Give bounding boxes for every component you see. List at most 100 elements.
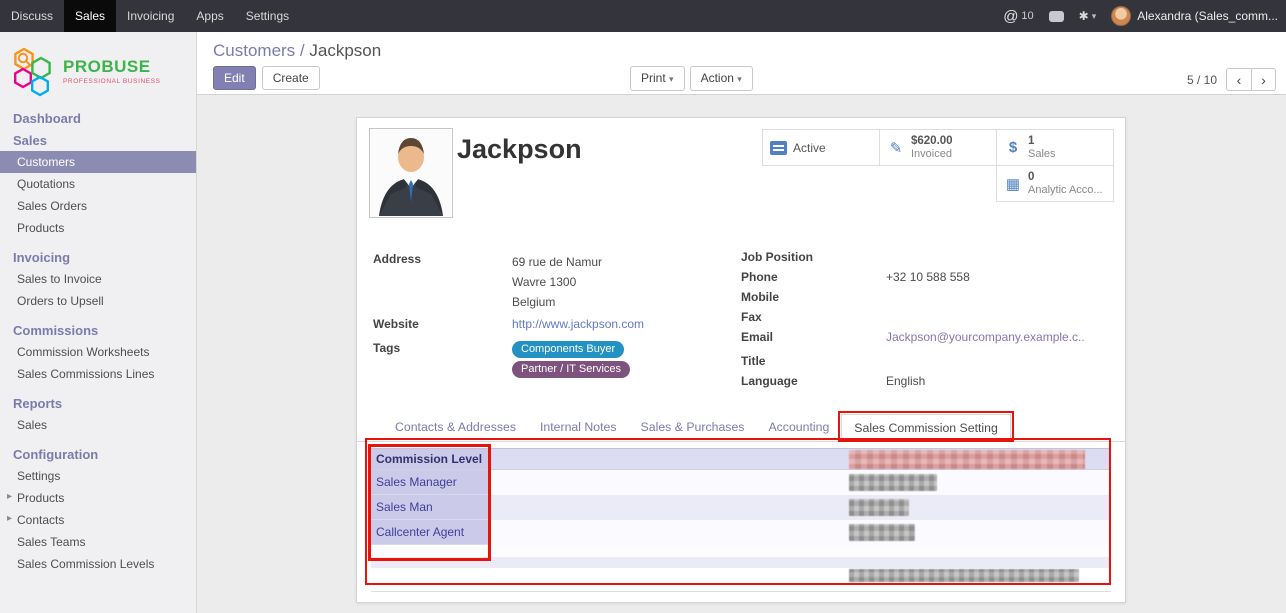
mention-count: 10 xyxy=(1021,10,1033,22)
sidebar-item-sales-to-invoice[interactable]: Sales to Invoice xyxy=(0,268,196,290)
sales-stat-button[interactable]: $ 1 Sales xyxy=(996,129,1114,166)
sidebar-item-dashboard[interactable]: Dashboard xyxy=(0,107,196,129)
create-button[interactable]: Create xyxy=(262,66,320,90)
mentions-indicator[interactable]: @ 10 xyxy=(1003,8,1033,25)
edit-button[interactable]: Edit xyxy=(213,66,256,90)
submenu-arrow-icon: ▸ xyxy=(7,491,12,502)
sidebar-item-sales-commissions-lines[interactable]: Sales Commissions Lines xyxy=(0,363,196,385)
form-view-background: Jackpson Active ✎ $620.00 Invoiced xyxy=(197,95,1286,612)
tags-label: Tags xyxy=(373,341,512,378)
debug-menu[interactable]: ✱ ▾ xyxy=(1079,9,1097,23)
sidebar-item-settings[interactable]: Settings xyxy=(0,465,196,487)
active-toggle-icon xyxy=(770,141,787,155)
invoiced-stat-button[interactable]: ✎ $620.00 Invoiced xyxy=(879,129,997,166)
sidebar-item-commission-worksheets[interactable]: Commission Worksheets xyxy=(0,341,196,363)
print-dropdown-button[interactable]: Print ▾ xyxy=(630,66,685,91)
sidebar-item-orders-to-upsell[interactable]: Orders to Upsell xyxy=(0,290,196,312)
menu-sales[interactable]: Sales xyxy=(64,0,116,32)
top-navbar: Discuss Sales Invoicing Apps Settings @ … xyxy=(0,0,1286,32)
website-link[interactable]: http://www.jackpson.com xyxy=(512,317,644,331)
logo-subtitle: PROFESSIONAL BUSINESS xyxy=(63,78,161,85)
tab-contacts-addresses[interactable]: Contacts & Addresses xyxy=(383,414,528,441)
fax-label: Fax xyxy=(741,310,886,325)
pager-next-button[interactable]: › xyxy=(1251,68,1276,91)
fax-field: Fax xyxy=(741,310,1113,325)
sidebar-item-config-contacts[interactable]: ▸ Contacts xyxy=(0,509,196,531)
sidebar-item-quotations[interactable]: Quotations xyxy=(0,173,196,195)
main-area: Customers / Jackpson Edit Create Print ▾… xyxy=(197,32,1286,613)
sidebar-section-dashboard: Dashboard xyxy=(0,107,196,129)
sidebar-item-config-products[interactable]: ▸ Products xyxy=(0,487,196,509)
tab-sales-purchases[interactable]: Sales & Purchases xyxy=(629,414,757,441)
menu-discuss[interactable]: Discuss xyxy=(0,0,64,32)
redacted-cell xyxy=(849,474,937,491)
sidebar-header-sales[interactable]: Sales xyxy=(0,129,196,151)
left-field-column: Address 69 rue de Namur Wavre 1300 Belgi… xyxy=(373,252,729,383)
tab-internal-notes[interactable]: Internal Notes xyxy=(528,414,629,441)
print-label: Print xyxy=(641,71,666,85)
action-dropdown-button[interactable]: Action ▾ xyxy=(690,66,753,91)
menu-settings[interactable]: Settings xyxy=(235,0,300,32)
sidebar-header-configuration[interactable]: Configuration xyxy=(0,443,196,465)
sales-count-value: 1 xyxy=(1028,135,1034,147)
sidebar-item-sales-orders[interactable]: Sales Orders xyxy=(0,195,196,217)
breadcrumb-customers-link[interactable]: Customers xyxy=(213,41,295,60)
notebook-tabs: Contacts & Addresses Internal Notes Sale… xyxy=(357,414,1125,442)
logo-title: PROBUSE xyxy=(63,57,161,77)
sidebar-item-customers[interactable]: Customers xyxy=(0,151,196,173)
sidebar-section-invoicing: Invoicing Sales to Invoice Orders to Ups… xyxy=(0,246,196,312)
sidebar-header-invoicing[interactable]: Invoicing xyxy=(0,246,196,268)
title-label: Title xyxy=(741,354,886,369)
caret-down-icon: ▾ xyxy=(1092,11,1097,22)
address-line-country: Belgium xyxy=(512,292,729,312)
caret-down-icon: ▾ xyxy=(669,74,674,84)
sidebar-header-reports[interactable]: Reports xyxy=(0,392,196,414)
fax-value xyxy=(886,310,1113,325)
tag-components-buyer: Components Buyer xyxy=(512,341,624,358)
table-header-row: Commission Level xyxy=(371,448,1111,470)
sidebar-section-configuration: Configuration Settings ▸ Products ▸ Cont… xyxy=(0,443,196,575)
email-link[interactable]: Jackpson@yourcompany.example.c.. xyxy=(886,330,1085,344)
commission-level-column-header[interactable]: Commission Level xyxy=(371,449,491,469)
sidebar-section-commissions: Commissions Commission Worksheets Sales … xyxy=(0,319,196,385)
language-field: Language English xyxy=(741,374,1113,389)
messages-icon[interactable] xyxy=(1049,11,1064,22)
sidebar-item-sales-commission-levels[interactable]: Sales Commission Levels xyxy=(0,553,196,575)
job-position-value xyxy=(886,250,1113,265)
sidebar-item-reports-sales[interactable]: Sales xyxy=(0,414,196,436)
tab-accounting[interactable]: Accounting xyxy=(756,414,841,441)
active-stat-button[interactable]: Active xyxy=(762,129,880,166)
sidebar-section-reports: Reports Sales xyxy=(0,392,196,436)
commission-level-cell: Sales Manager xyxy=(371,470,491,495)
customer-photo[interactable] xyxy=(369,128,453,218)
mobile-field: Mobile xyxy=(741,290,1113,305)
table-row[interactable]: Callcenter Agent xyxy=(371,520,1111,545)
menu-invoicing[interactable]: Invoicing xyxy=(116,0,185,32)
right-field-column: Job Position Phone +32 10 588 558 Mobile… xyxy=(741,250,1113,394)
address-field: Address 69 rue de Namur Wavre 1300 Belgi… xyxy=(373,252,729,312)
user-menu[interactable]: Alexandra (Sales_comm... xyxy=(1111,6,1278,26)
table-row[interactable]: Sales Man xyxy=(371,495,1111,520)
pager-previous-button[interactable]: ‹ xyxy=(1226,68,1251,91)
topbar-systray: @ 10 ✱ ▾ Alexandra (Sales_comm... xyxy=(1003,0,1286,32)
sheet-divider xyxy=(371,591,1111,592)
record-pager: 5 / 10 ‹ › xyxy=(1187,68,1276,91)
analytic-accounts-stat-button[interactable]: ▦ 0 Analytic Acco... xyxy=(996,165,1114,202)
pager-counter: 5 / 10 xyxy=(1187,73,1217,87)
commission-level-cell: Sales Man xyxy=(371,495,491,520)
stat-buttons: Active ✎ $620.00 Invoiced $ 1 Sales xyxy=(761,130,1114,202)
active-label: Active xyxy=(793,141,826,155)
address-line-street: 69 rue de Namur xyxy=(512,252,729,272)
sidebar-header-commissions[interactable]: Commissions xyxy=(0,319,196,341)
email-label: Email xyxy=(741,330,886,345)
control-panel-buttons: Edit Create Print ▾ Action ▾ 5 / 10 ‹ › xyxy=(197,64,1286,98)
table-row[interactable]: Sales Manager xyxy=(371,470,1111,495)
tab-sales-commission-setting[interactable]: Sales Commission Setting xyxy=(841,414,1011,442)
analytic-icon: ▦ xyxy=(1004,175,1022,193)
pencil-icon: ✎ xyxy=(887,139,905,157)
menu-apps[interactable]: Apps xyxy=(185,0,234,32)
sidebar-item-sales-teams[interactable]: Sales Teams xyxy=(0,531,196,553)
breadcrumb-current: Jackpson xyxy=(309,41,381,60)
sidebar-item-products[interactable]: Products xyxy=(0,217,196,239)
tag-partner-it-services: Partner / IT Services xyxy=(512,361,630,378)
